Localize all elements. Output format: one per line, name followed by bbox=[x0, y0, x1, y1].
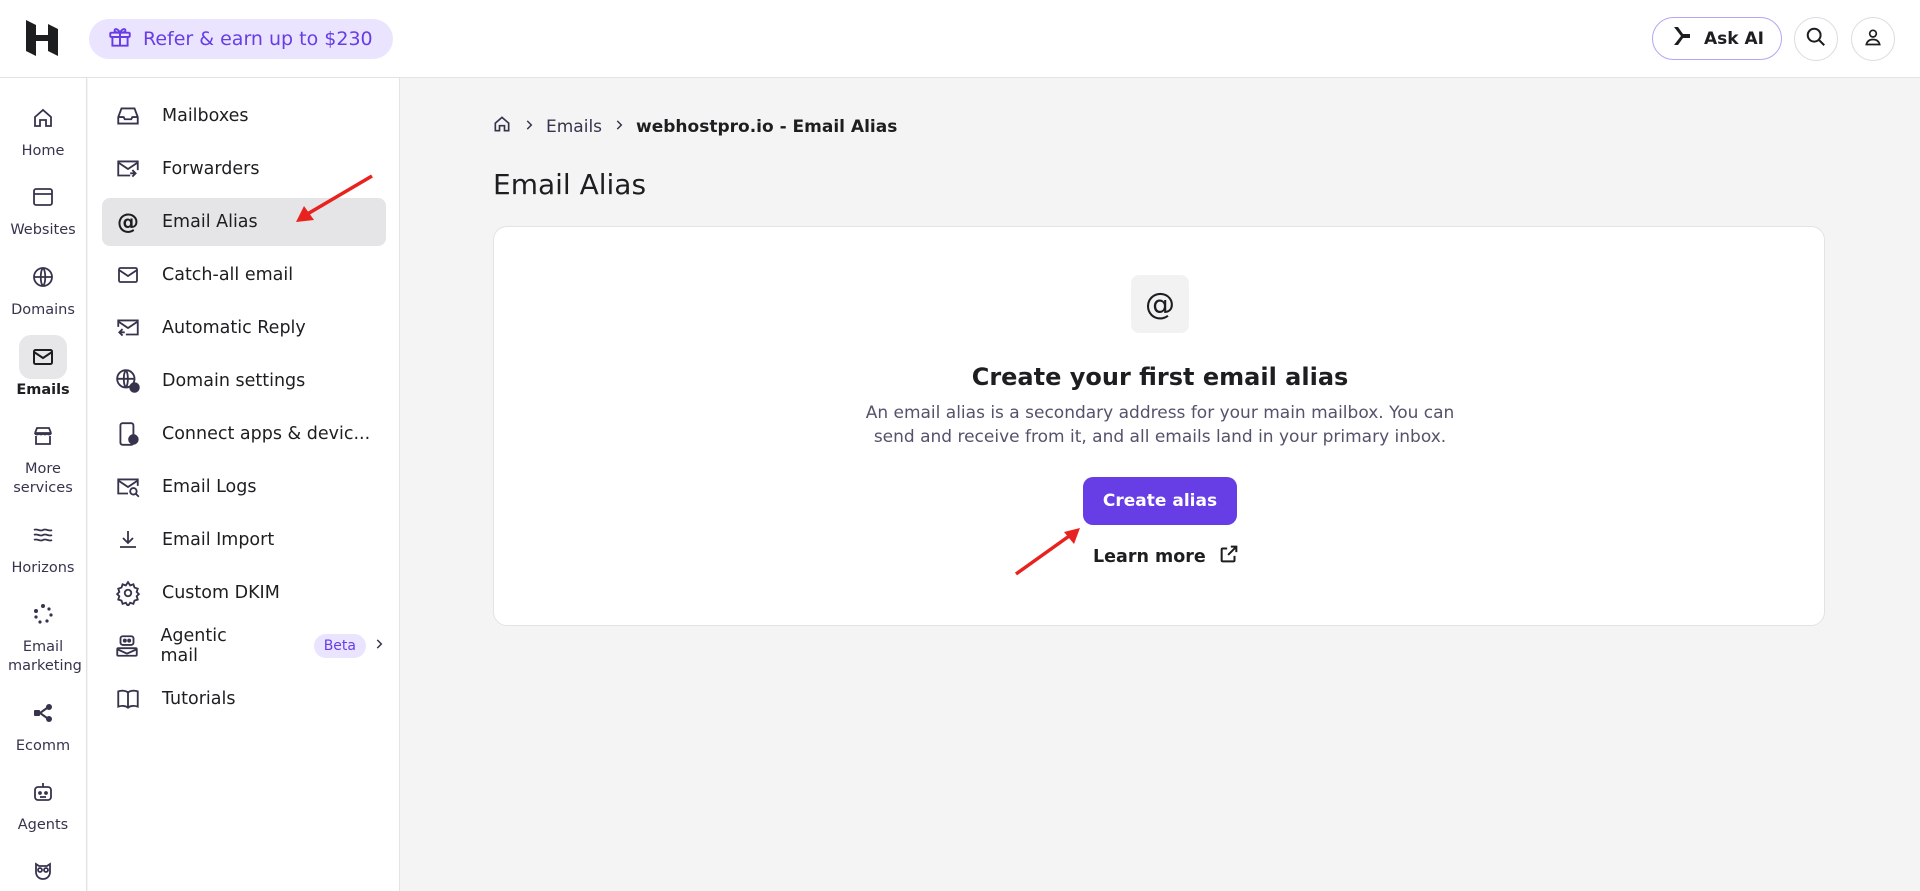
rail-label: Emails bbox=[16, 382, 70, 398]
robot-icon bbox=[19, 770, 67, 814]
breadcrumb-current: webhostpro.io - Email Alias bbox=[636, 116, 898, 137]
subnav-label: Email Logs bbox=[162, 477, 257, 497]
owl-icon bbox=[19, 849, 67, 891]
gift-icon bbox=[107, 24, 133, 55]
chevron-right-icon bbox=[522, 117, 536, 137]
rail-label: Home bbox=[21, 143, 65, 159]
subnav-label: Catch-all email bbox=[162, 265, 294, 285]
subnav-label: Agentic mail bbox=[160, 626, 227, 666]
store-icon bbox=[19, 414, 67, 458]
book-icon bbox=[114, 685, 142, 713]
rail-label: Websites bbox=[10, 222, 76, 238]
rail-label: Domains bbox=[11, 302, 75, 318]
agent-mail-icon bbox=[114, 632, 140, 660]
rail-label: Ecomm bbox=[15, 738, 71, 754]
subnav-label: Custom DKIM bbox=[162, 583, 280, 603]
refer-label: Refer & earn up to $230 bbox=[143, 28, 373, 50]
device-add-icon bbox=[114, 420, 142, 448]
rail-item-ecomm[interactable]: Ecomm bbox=[0, 691, 86, 756]
create-alias-button[interactable]: Create alias bbox=[1083, 477, 1237, 525]
rail-item-domains[interactable]: Domains bbox=[0, 255, 86, 320]
ai-star-icon bbox=[1670, 24, 1694, 53]
subnav-item-connect-apps[interactable]: Connect apps & devic... bbox=[102, 410, 386, 458]
inbox-icon bbox=[114, 102, 142, 130]
annotation-arrow-icon bbox=[296, 174, 373, 222]
nodes-icon bbox=[19, 691, 67, 735]
gear-icon bbox=[114, 579, 142, 607]
rail-item-websites[interactable]: Websites bbox=[0, 175, 86, 240]
browser-icon bbox=[19, 175, 67, 219]
at-icon: @ bbox=[1131, 275, 1189, 333]
rail-item-horizons[interactable]: Horizons bbox=[0, 513, 86, 578]
waves-icon bbox=[19, 513, 67, 557]
subnav-item-auto-reply[interactable]: Automatic Reply bbox=[102, 304, 386, 352]
subnav-label: Domain settings bbox=[162, 371, 306, 391]
empty-state-title: Create your first email alias bbox=[971, 363, 1349, 391]
main-rail: Home Websites Domains Emails More servic… bbox=[0, 78, 87, 891]
globe-icon bbox=[19, 255, 67, 299]
subnav-label: Connect apps & devic... bbox=[162, 424, 371, 444]
rail-label: Horizons bbox=[11, 560, 75, 576]
ask-ai-label: Ask AI bbox=[1704, 28, 1764, 49]
empty-state-description: An email alias is a secondary address fo… bbox=[865, 403, 1455, 447]
search-icon bbox=[1805, 26, 1827, 52]
subnav-label: Email Import bbox=[162, 530, 275, 550]
mail-forward-icon bbox=[114, 155, 142, 183]
rail-label: Agents bbox=[17, 817, 69, 833]
refer-earn-button[interactable]: Refer & earn up to $230 bbox=[89, 19, 393, 59]
home-icon bbox=[19, 96, 67, 140]
envelope-icon bbox=[114, 261, 142, 289]
subnav-label: Mailboxes bbox=[162, 106, 249, 126]
annotation-arrow-icon bbox=[1014, 528, 1080, 576]
chevron-right-icon bbox=[372, 636, 386, 656]
mail-reply-icon bbox=[114, 314, 142, 342]
rail-item-agents[interactable]: Agents bbox=[0, 770, 86, 835]
breadcrumb-emails[interactable]: Emails bbox=[546, 117, 602, 137]
rail-item-more-services[interactable]: More services bbox=[0, 414, 86, 498]
globe-settings-icon bbox=[114, 367, 142, 395]
subnav-item-custom-dkim[interactable]: Custom DKIM bbox=[102, 569, 386, 617]
home-icon[interactable] bbox=[492, 114, 512, 139]
download-icon bbox=[114, 526, 142, 554]
subnav-item-tutorials[interactable]: Tutorials bbox=[102, 675, 386, 723]
external-link-icon bbox=[1218, 543, 1240, 570]
hostinger-logo[interactable] bbox=[24, 18, 60, 58]
at-icon: @ bbox=[117, 209, 139, 235]
rail-item-more[interactable] bbox=[0, 849, 86, 891]
learn-more-link[interactable]: Learn more bbox=[1093, 543, 1240, 570]
subnav-label: Automatic Reply bbox=[162, 318, 306, 338]
rail-label: Email marketing bbox=[8, 639, 82, 674]
rail-item-email-marketing[interactable]: Email marketing bbox=[0, 592, 86, 676]
subnav-item-email-logs[interactable]: Email Logs bbox=[102, 463, 386, 511]
empty-state-card: @ Create your first email alias An email… bbox=[493, 226, 1825, 626]
account-button[interactable] bbox=[1851, 17, 1895, 61]
subnav-label: Forwarders bbox=[162, 159, 260, 179]
beta-badge: Beta bbox=[313, 634, 366, 658]
subnav-item-domain-settings[interactable]: Domain settings bbox=[102, 357, 386, 405]
rail-item-emails[interactable]: Emails bbox=[0, 335, 86, 400]
breadcrumb: Emails webhostpro.io - Email Alias bbox=[492, 114, 897, 139]
search-button[interactable] bbox=[1794, 17, 1838, 61]
subnav-item-catch-all[interactable]: Catch-all email bbox=[102, 251, 386, 299]
user-icon bbox=[1863, 27, 1883, 51]
learn-more-label: Learn more bbox=[1093, 546, 1206, 567]
subnav-label: Email Alias bbox=[162, 212, 258, 232]
subnav-label: Tutorials bbox=[162, 689, 236, 709]
top-bar: Refer & earn up to $230 Ask AI bbox=[0, 0, 1920, 78]
rail-label: More services bbox=[13, 461, 73, 496]
rail-item-home[interactable]: Home bbox=[0, 96, 86, 161]
sparkle-icon bbox=[19, 592, 67, 636]
ask-ai-button[interactable]: Ask AI bbox=[1652, 17, 1782, 60]
mail-icon bbox=[19, 335, 67, 379]
subnav-item-agentic-mail[interactable]: Agentic mail Beta bbox=[102, 622, 386, 670]
page-title: Email Alias bbox=[493, 168, 647, 201]
subnav-item-email-import[interactable]: Email Import bbox=[102, 516, 386, 564]
subnav-item-mailboxes[interactable]: Mailboxes bbox=[102, 92, 386, 140]
mail-search-icon bbox=[114, 473, 142, 501]
chevron-right-icon bbox=[612, 117, 626, 137]
